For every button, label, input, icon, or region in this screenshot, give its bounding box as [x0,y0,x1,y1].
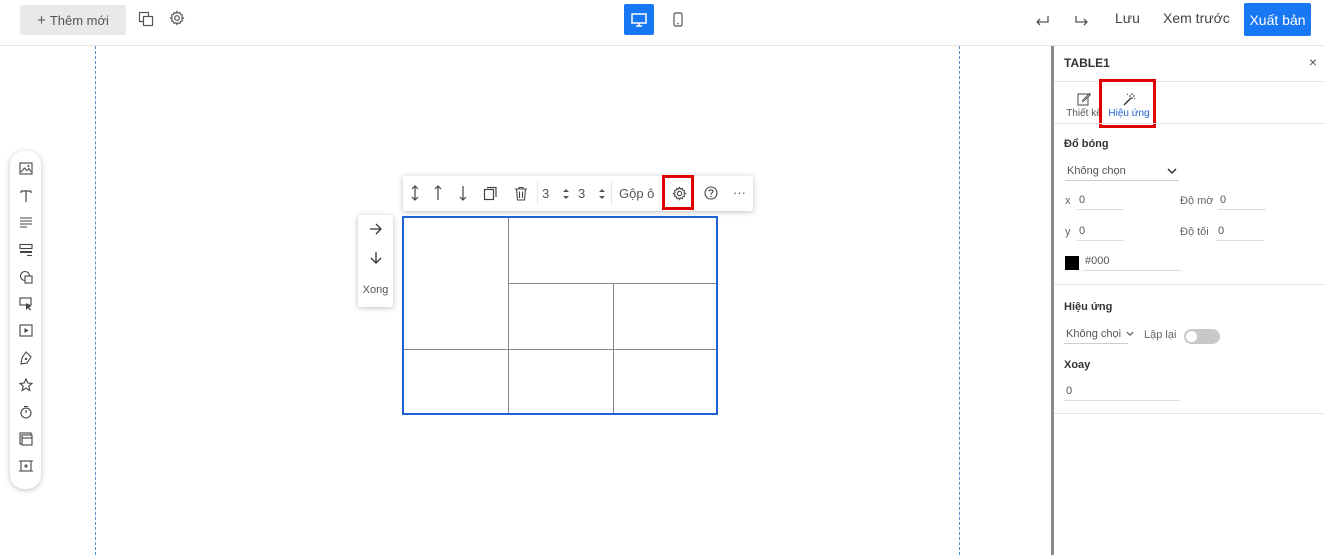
save-button[interactable]: Lưu [1115,10,1140,26]
rows-spinner-icon[interactable] [562,187,570,201]
effect-select-value: Không chọi [1066,328,1122,340]
canvas-guide-left [95,46,96,555]
add-new-button[interactable]: + Thêm mới [20,5,126,35]
trash-icon[interactable] [513,185,529,201]
table-row-divider [404,349,716,350]
repeat-label: Lặp lại [1144,329,1177,341]
tab-design[interactable]: Thiết kế [1064,92,1104,119]
divider [1054,284,1324,285]
toggle-knob [1186,331,1197,342]
effects-section-title: Hiệu ứng [1064,301,1113,313]
effects-tab-highlight [1099,79,1156,128]
close-button[interactable]: × [1309,54,1317,70]
star-icon[interactable] [18,377,33,392]
table-col-divider [613,283,614,413]
left-toolbar [10,151,41,489]
undo-icon[interactable] [1031,9,1053,31]
table-toolbar: 3 3 Gộp ô ··· [403,176,753,211]
shadow-y-input[interactable]: 0 [1077,224,1124,241]
chevron-down-icon [1126,331,1134,336]
shadow-select[interactable]: Không chọn [1065,164,1179,181]
done-button[interactable]: Xong [358,284,393,296]
move-up-icon[interactable] [430,185,446,201]
click-icon[interactable] [18,296,33,311]
chevron-down-icon [1167,168,1177,175]
help-icon[interactable] [703,185,719,201]
gallery-icon[interactable] [18,431,33,446]
edit-icon [1077,92,1091,106]
repeat-toggle[interactable] [1184,329,1220,344]
divider [1054,123,1324,124]
properties-panel: TABLE1 × Thiết kế Hiệu ứng Đổ bóng Không… [1051,46,1324,555]
move-down-icon[interactable] [455,185,471,201]
table-element[interactable] [402,216,718,415]
shadow-blur-label: Độ mờ [1180,195,1214,207]
shadow-section-title: Đổ bóng [1064,138,1109,150]
text-icon[interactable] [18,188,33,203]
top-bar: + Thêm mới Lưu Xem trước Xuất bản [0,0,1324,46]
panel-title: TABLE1 [1064,56,1110,70]
shadow-dark-label: Độ tối [1180,226,1209,238]
desktop-icon [631,12,647,27]
rotate-section-title: Xoay [1064,359,1091,371]
cols-spinner-icon[interactable] [598,187,606,201]
shadow-x-label: x [1065,195,1071,207]
direction-panel: Xong [358,215,393,307]
canvas-guide-right [959,46,960,555]
shadow-color-input[interactable]: #000 [1083,254,1181,271]
effect-select[interactable]: Không chọi [1064,327,1134,344]
desktop-view-button[interactable] [624,4,654,35]
preview-button[interactable]: Xem trước [1163,10,1230,26]
row-height-icon[interactable] [407,185,423,201]
tab-design-label: Thiết kế [1066,108,1102,119]
rotate-input[interactable]: 0 [1064,384,1180,401]
add-new-label: Thêm mới [49,12,109,28]
mobile-view-button[interactable] [663,4,693,35]
arrow-right-icon[interactable] [369,223,382,235]
shadow-dark-input[interactable]: 0 [1216,224,1264,241]
merge-cells-button[interactable]: Gộp ô [619,186,654,201]
video-icon[interactable] [18,323,33,338]
gear-icon[interactable] [166,7,188,29]
shadow-y-label: y [1065,226,1071,238]
cols-input[interactable]: 3 [578,186,585,201]
divider [1054,413,1324,414]
pen-icon[interactable] [18,350,33,365]
copy-layers-icon[interactable] [135,8,157,30]
more-button[interactable]: ··· [733,185,746,200]
shadow-select-value: Không chọn [1067,165,1126,177]
form-icon[interactable] [18,242,33,257]
divider [1054,81,1324,82]
shadow-blur-input[interactable]: 0 [1218,193,1266,210]
shadow-color-swatch[interactable] [1065,256,1079,270]
shapes-icon[interactable] [18,269,33,284]
rows-input[interactable]: 3 [542,186,549,201]
toolbar-separator [537,182,538,205]
table-col-divider [508,218,509,413]
paragraph-icon[interactable] [18,215,33,230]
publish-button[interactable]: Xuất bản [1244,3,1311,36]
timer-icon[interactable] [18,404,33,419]
arrow-down-icon[interactable] [370,251,382,264]
toolbar-separator [611,182,612,205]
shadow-x-input[interactable]: 0 [1077,193,1124,210]
plus-icon: + [37,11,46,29]
frame-icon[interactable] [18,458,33,473]
duplicate-icon[interactable] [482,185,498,201]
settings-highlight [662,175,694,210]
image-icon[interactable] [18,161,33,176]
redo-icon[interactable] [1071,9,1093,31]
mobile-icon [673,12,683,27]
table-row-divider [508,283,716,284]
